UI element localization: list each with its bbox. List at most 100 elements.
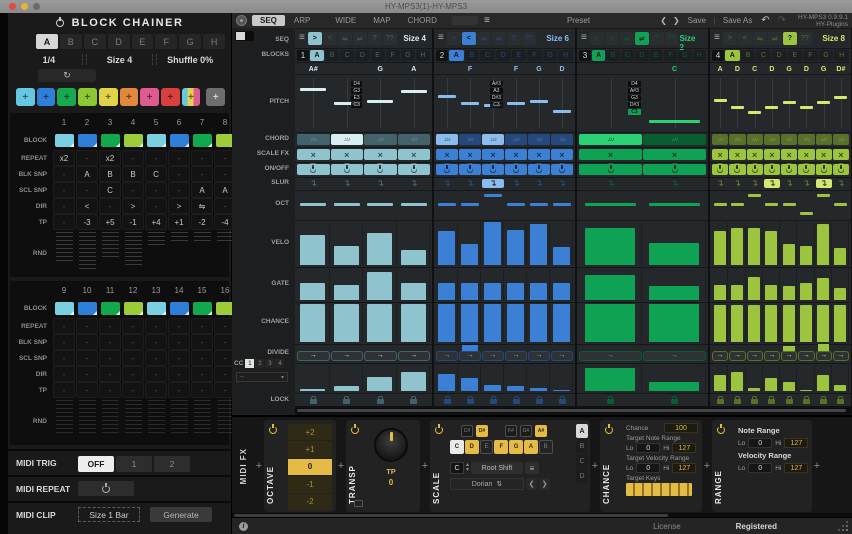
block-color-swatch[interactable] [55, 134, 74, 147]
white-key-d[interactable]: D [465, 440, 479, 454]
octave-cell[interactable] [816, 192, 832, 217]
divide-direction-button[interactable]: → [551, 351, 573, 361]
clip-size-field[interactable]: Size 1 Bar [78, 507, 140, 522]
slur-button[interactable]: ↴ [747, 179, 763, 188]
block-color-swatch[interactable] [78, 134, 97, 147]
chord-button[interactable]: ♪♪♪ [505, 134, 527, 145]
velo-bar-cell[interactable] [781, 222, 797, 265]
cc-bar-cell[interactable] [459, 365, 481, 391]
gate-bar-cell[interactable] [436, 269, 458, 300]
pitch-handle[interactable] [553, 110, 571, 113]
octave-cell[interactable] [364, 192, 397, 217]
tp-cell[interactable]: - [145, 382, 167, 398]
lock-cell[interactable] [331, 395, 364, 404]
block-drag-handle[interactable]: + [206, 88, 225, 106]
direction-button-5[interactable]: ?? [665, 32, 679, 45]
block-cell[interactable] [145, 298, 167, 318]
octave-cell[interactable] [459, 192, 481, 217]
pitch-handle[interactable] [731, 106, 744, 109]
cc-bar-cell[interactable] [398, 365, 431, 391]
block-drag-handle[interactable]: + [16, 88, 35, 106]
divide-direction-button[interactable]: → [712, 351, 728, 361]
chord-button[interactable]: ♪♪♪ [331, 134, 364, 145]
tp-cell[interactable]: - [122, 382, 144, 398]
lo-value-box[interactable]: 0 [748, 438, 772, 448]
chance-bar-cell[interactable] [833, 304, 849, 342]
pitch-slider[interactable]: A#3A3D#3C3 [482, 76, 504, 130]
white-key-a[interactable]: A [524, 440, 538, 454]
velo-bar-cell[interactable] [364, 222, 397, 265]
pitch-handle[interactable] [461, 102, 479, 105]
track-menu-icon[interactable]: ≡ [714, 30, 720, 47]
chord-button[interactable]: ♪♪♪ [579, 134, 642, 145]
power-icon[interactable] [605, 426, 613, 434]
scale-fx-button[interactable]: × [747, 149, 763, 160]
repeat-cell[interactable]: - [76, 150, 98, 166]
block-color-swatch[interactable] [170, 134, 189, 147]
chord-button[interactable]: ♪♪♪ [729, 134, 745, 145]
chain-tab-g[interactable]: G [179, 34, 201, 49]
toolbar-dropdown[interactable] [452, 16, 478, 25]
tp-cell[interactable]: - [53, 214, 75, 230]
block-cell[interactable] [99, 130, 121, 150]
chance-bar-cell[interactable] [297, 304, 330, 342]
scale-fx-button[interactable]: × [459, 149, 481, 160]
step-on-off-button[interactable] [398, 164, 431, 175]
lo-value-box[interactable]: 0 [636, 443, 660, 453]
dir-cell[interactable]: - [99, 198, 121, 214]
step-on-off-button[interactable] [436, 164, 458, 175]
chord-button[interactable]: ♪♪♪ [364, 134, 397, 145]
block-button-f[interactable]: F [803, 50, 818, 61]
dir-cell[interactable]: - [53, 198, 75, 214]
repeat-cell[interactable]: - [145, 318, 167, 334]
loop-button[interactable]: ↻ [38, 69, 96, 82]
block-drag-handle[interactable]: + [182, 88, 201, 106]
direction-button-1[interactable]: < [462, 32, 476, 45]
pitch-slider[interactable] [712, 76, 728, 130]
track-menu-icon[interactable]: ≡ [438, 30, 444, 47]
repeat-cell[interactable]: - [191, 318, 213, 334]
pitch-handle[interactable] [817, 101, 830, 104]
cc-tab-3[interactable]: 3 [265, 359, 274, 368]
rnd-cell[interactable] [76, 398, 98, 444]
direction-button-3[interactable]: ⇌ [492, 32, 506, 45]
root-stepper[interactable]: ▴▾ [466, 463, 469, 473]
chord-button[interactable]: ♪♪♪ [297, 134, 330, 145]
prev-preset-button[interactable]: ❮ [660, 16, 667, 25]
block-cell[interactable] [53, 298, 75, 318]
pitch-handle[interactable] [800, 106, 813, 109]
dir-cell[interactable]: ⇋ [191, 198, 213, 214]
cc-bar-cell[interactable] [712, 365, 728, 391]
divide-cell[interactable]: → [331, 346, 364, 361]
octave-cell[interactable] [398, 192, 431, 217]
chance-bar-cell[interactable] [729, 304, 745, 342]
scl-snp-cell[interactable]: - [76, 350, 98, 366]
block-cell[interactable] [168, 130, 190, 150]
cc-target-dropdown[interactable]: --▾ [236, 372, 288, 382]
chance-bar-cell[interactable] [528, 304, 550, 342]
power-icon[interactable] [435, 426, 443, 434]
scale-fx-button[interactable]: × [764, 149, 780, 160]
slur-button[interactable]: ↴ [551, 179, 573, 188]
lock-cell[interactable] [833, 395, 849, 404]
blk-snp-cell[interactable]: - [53, 334, 75, 350]
direction-button-2[interactable]: ⇋ [338, 32, 352, 45]
octave-cell[interactable] [729, 192, 745, 217]
step-on-off-button[interactable] [764, 164, 780, 175]
scale-fx-button[interactable]: × [579, 149, 642, 160]
scale-fx-button[interactable]: × [398, 149, 431, 160]
block-button-a[interactable]: A [592, 50, 605, 61]
block-color-swatch[interactable] [55, 302, 74, 315]
generate-button[interactable]: Generate [150, 507, 212, 522]
divide-direction-button[interactable]: → [729, 351, 745, 361]
octave-cell[interactable] [331, 192, 364, 217]
block-color-swatch[interactable] [101, 134, 120, 147]
block-button-a[interactable]: A [310, 50, 324, 61]
pitch-slider[interactable] [764, 76, 780, 130]
rnd-cell[interactable] [122, 230, 144, 276]
black-key-d#[interactable]: D# [476, 425, 488, 437]
block-color-swatch[interactable] [193, 302, 212, 315]
block-cell[interactable] [168, 298, 190, 318]
add-fx-slot[interactable]: + [420, 419, 430, 513]
gate-bar-cell[interactable] [712, 269, 728, 300]
